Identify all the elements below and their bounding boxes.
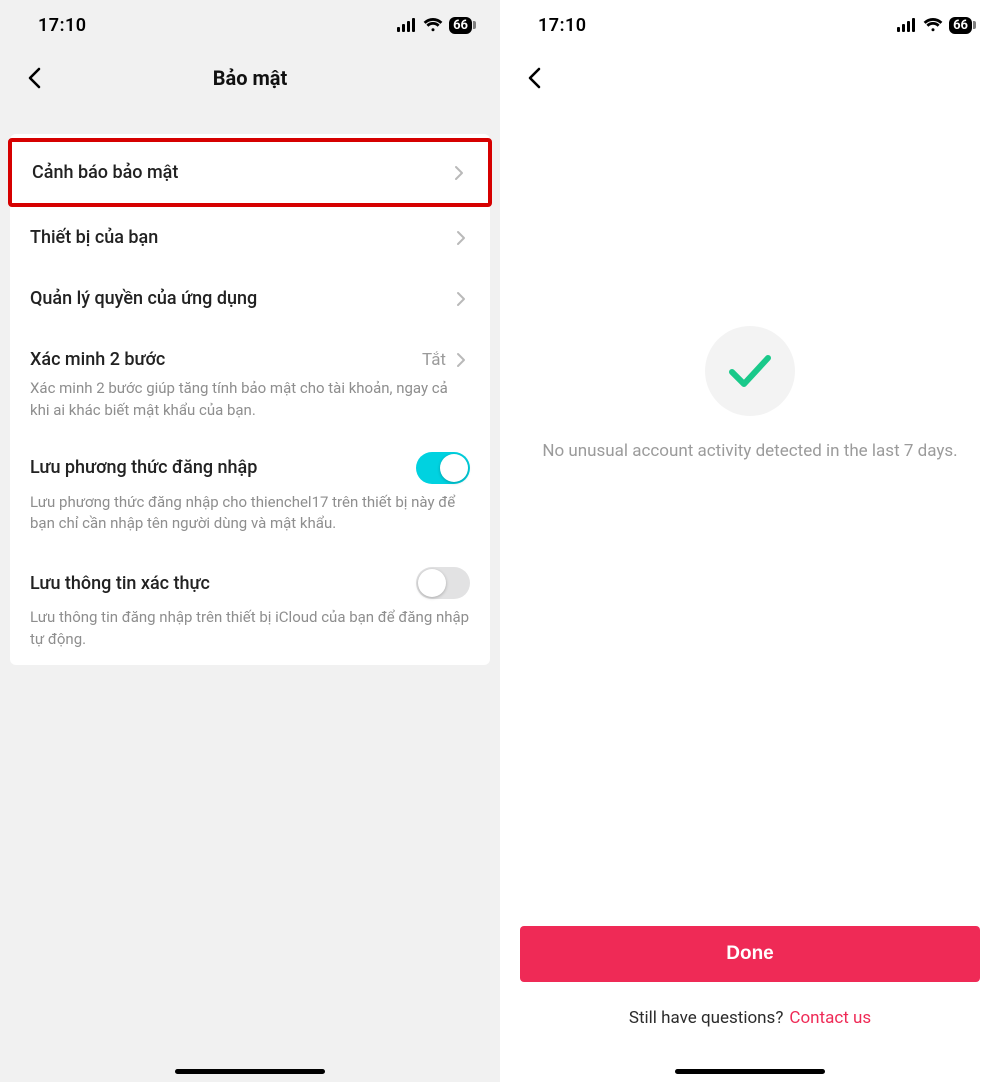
back-button[interactable] [20,64,48,92]
wifi-icon [923,18,943,32]
back-button[interactable] [520,64,548,92]
home-indicator [675,1069,825,1074]
row-description: Lưu thông tin đăng nhập trên thiết bị iC… [10,607,490,655]
row-label: Thiết bị của bạn [30,227,158,248]
success-check-icon [705,326,795,416]
done-button[interactable]: Done [520,926,980,982]
settings-card: Cảnh báo bảo mật Thiết bị của bạn Quản l… [10,134,490,665]
bottom-actions: Done Still have questions? Contact us [500,926,1000,1082]
row-label: Lưu thông tin xác thực [30,573,210,594]
chevron-right-icon [452,290,470,308]
highlighted-row: Cảnh báo bảo mật [8,138,492,207]
chevron-right-icon [452,351,470,369]
status-icons: 66 [897,17,972,34]
chevron-right-icon [450,164,468,182]
status-message: No unusual account activity detected in … [542,438,957,464]
nav-header: Bảo mật [0,50,500,106]
row-value: Tắt [422,350,446,370]
battery-indicator: 66 [949,17,972,34]
home-indicator [175,1069,325,1074]
row-description: Lưu phương thức đăng nhập cho thienchel1… [10,492,490,540]
cellular-signal-icon [897,18,917,32]
wifi-icon [423,18,443,32]
row-security-alert[interactable]: Cảnh báo bảo mật [12,142,488,203]
chevron-right-icon [452,229,470,247]
cellular-signal-icon [397,18,417,32]
page-title: Bảo mật [0,66,500,90]
row-label: Lưu phương thức đăng nhập [30,457,257,478]
row-label: Quản lý quyền của ứng dụng [30,288,257,309]
toggle-save-login[interactable] [416,452,470,484]
status-bar: 17:10 66 [500,0,1000,50]
battery-indicator: 66 [449,17,472,34]
security-alert-result-screen: 17:10 66 No unusual account activity det… [500,0,1000,1082]
status-time: 17:10 [38,15,87,36]
toggle-save-credentials[interactable] [416,567,470,599]
status-time: 17:10 [538,15,587,36]
footer-question: Still have questions? [629,1008,784,1028]
row-description: Xác minh 2 bước giúp tăng tính bảo mật c… [10,378,490,426]
row-app-permissions[interactable]: Quản lý quyền của ứng dụng [10,268,490,329]
status-bar: 17:10 66 [0,0,500,50]
nav-header [500,50,1000,106]
status-icons: 66 [397,17,472,34]
row-your-devices[interactable]: Thiết bị của bạn [10,207,490,268]
security-settings-screen: 17:10 66 Bảo mật Cảnh báo bảo mật [0,0,500,1082]
contact-us-link[interactable]: Contact us [789,1008,871,1028]
row-label: Xác minh 2 bước [30,349,165,370]
row-label: Cảnh báo bảo mật [32,162,178,183]
